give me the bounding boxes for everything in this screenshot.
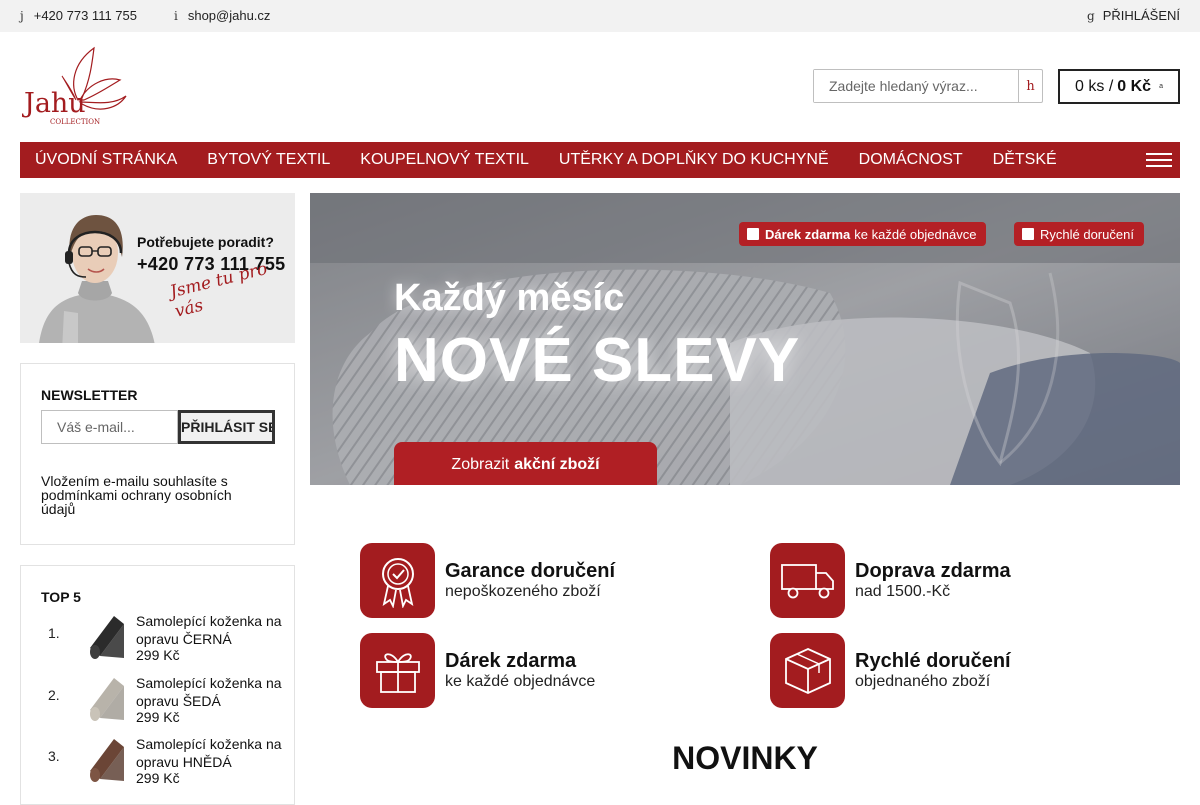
newsletter-consent: Vložením e-mailu souhlasíte s podmínkami… (41, 473, 232, 517)
hero-badge-delivery-text: Rychlé doručení (1040, 226, 1134, 242)
login-label: PŘIHLÁŠENÍ (1102, 8, 1180, 23)
advice-question: Potřebujete poradit? (137, 234, 274, 250)
top5-price: 299 Kč (136, 709, 180, 725)
cart-total: 0 Kč (1117, 77, 1152, 95)
feature-guarantee: Garance doručení nepoškozeného zboží (360, 543, 720, 618)
hero-line2: NOVÉ SLEVY (394, 326, 801, 395)
feature-title: Doprava zdarma (855, 560, 1011, 582)
advice-banner[interactable]: Potřebujete poradit? +420 773 111 755 Js… (20, 193, 295, 343)
email-address: shop@jahu.cz (187, 8, 271, 23)
hero-cta-bold: akční zboží (514, 455, 600, 473)
search-icon: h (1026, 78, 1035, 94)
certificate-icon (360, 543, 435, 618)
hero-badge-delivery: Rychlé doručení (1014, 222, 1144, 246)
newsletter-email-input[interactable] (41, 410, 178, 444)
logo-sub: COLLECTION (50, 118, 100, 126)
hero-badge-gift-bold: Dárek zdarma (765, 226, 851, 242)
newsletter-form: PŘIHLÁSIT SE (41, 410, 275, 444)
top5-rank: 3. (48, 748, 60, 764)
feature-free-gift: Dárek zdarma ke každé objednávce (360, 633, 720, 708)
top5-name: Samolepící koženka na opravu HNĚDÁ (136, 736, 282, 770)
top-bar: j +420 773 111 755 i shop@jahu.cz g PŘIH… (0, 0, 1200, 32)
top5-box: TOP 5 1. Samolepící koženka na opravu ČE… (20, 565, 295, 805)
feature-subtitle: ke každé objednávce (445, 673, 596, 690)
feature-title: Dárek zdarma (445, 650, 577, 672)
search-button[interactable]: h (1018, 70, 1042, 102)
top5-item[interactable]: 2. Samolepící koženka na opravu ŠEDÁ 299… (41, 674, 282, 730)
top5-name: Samolepící koženka na opravu ŠEDÁ (136, 675, 282, 709)
top5-item[interactable]: 3. Samolepící koženka na opravu HNĚDÁ 29… (41, 735, 282, 791)
hero-badge-gift: Dárek zdarma ke každé objednávce (739, 222, 987, 246)
top5-name: Samolepící koženka na opravu ČERNÁ (136, 613, 282, 647)
hero-cta-button[interactable]: Zobrazit akční zboží (394, 442, 657, 485)
nav-item-koupelnovy-textil[interactable]: KOUPELNOVÝ TEXTIL (345, 151, 544, 169)
email-link[interactable]: i shop@jahu.cz (174, 8, 270, 23)
phone-number: +420 773 111 755 (33, 8, 137, 23)
section-title-novinky: NOVINKY (672, 740, 818, 776)
box-icon (770, 633, 845, 708)
hero-banner[interactable]: Dárek zdarma ke každé objednávce Rychlé … (310, 193, 1180, 485)
hero-cta-pre: Zobrazit (451, 455, 510, 473)
butterfly-logo-icon: Jahu COLLECTION (21, 46, 127, 126)
top5-title: TOP 5 (41, 589, 81, 605)
feature-subtitle: objednaného zboží (855, 673, 991, 690)
mail-icon: i (174, 8, 178, 23)
phone-icon: j (20, 8, 24, 23)
hero-badge-gift-text: ke každé objednávce (854, 226, 977, 242)
nav-item-bytovy-textil[interactable]: BYTOVÝ TEXTIL (192, 151, 345, 169)
top5-item[interactable]: 1. Samolepící koženka na opravu ČERNÁ 29… (41, 612, 282, 668)
logo-word: Jahu (22, 88, 86, 119)
newsletter-title: NEWSLETTER (41, 387, 138, 403)
nav-item-uterky[interactable]: UTĚRKY A DOPLŇKY DO KUCHYNĚ (544, 151, 844, 169)
product-thumbnail (90, 678, 124, 721)
gift-icon (747, 228, 759, 240)
nav-item-detske[interactable]: DĚTSKÉ (978, 151, 1072, 169)
truck-icon (1022, 228, 1034, 240)
search-box: h (813, 69, 1043, 103)
hamburger-icon[interactable] (1146, 153, 1172, 167)
user-icon: g (1087, 8, 1095, 23)
feature-title: Garance doručení (445, 560, 616, 582)
feature-title: Rychlé doručení (855, 650, 1011, 672)
top5-rank: 2. (48, 687, 60, 703)
login-link[interactable]: g PŘIHLÁŠENÍ (1087, 8, 1180, 23)
newsletter-subscribe-button[interactable]: PŘIHLÁSIT SE (178, 410, 275, 444)
product-thumbnail (90, 739, 124, 782)
feature-subtitle: nepoškozeného zboží (445, 583, 601, 600)
search-input[interactable] (814, 70, 1019, 102)
nav-item-domacnost[interactable]: DOMÁCNOST (844, 151, 978, 169)
feature-free-shipping: Doprava zdarma nad 1500.-Kč (770, 543, 1130, 618)
product-thumbnail (90, 616, 124, 659)
cart-count: 0 ks / (1075, 77, 1114, 95)
cart-button[interactable]: 0 ks / 0 Kč a (1058, 69, 1180, 104)
top5-rank: 1. (48, 625, 60, 641)
phone-link[interactable]: j +420 773 111 755 (20, 8, 137, 23)
nav-item-home[interactable]: ÚVODNÍ STRÁNKA (20, 151, 192, 169)
top5-price: 299 Kč (136, 770, 180, 786)
truck-icon (770, 543, 845, 618)
feature-fast-delivery: Rychlé doručení objednaného zboží (770, 633, 1130, 708)
gift-icon (360, 633, 435, 708)
cart-icon: a (1159, 83, 1163, 90)
hero-line1: Každý měsíc (394, 277, 625, 319)
top5-price: 299 Kč (136, 647, 180, 663)
site-logo[interactable]: Jahu COLLECTION (21, 46, 128, 128)
feature-subtitle: nad 1500.-Kč (855, 583, 951, 600)
newsletter-box: NEWSLETTER PŘIHLÁSIT SE Vložením e-mailu… (20, 363, 295, 545)
main-nav: ÚVODNÍ STRÁNKA BYTOVÝ TEXTIL KOUPELNOVÝ … (20, 142, 1180, 178)
